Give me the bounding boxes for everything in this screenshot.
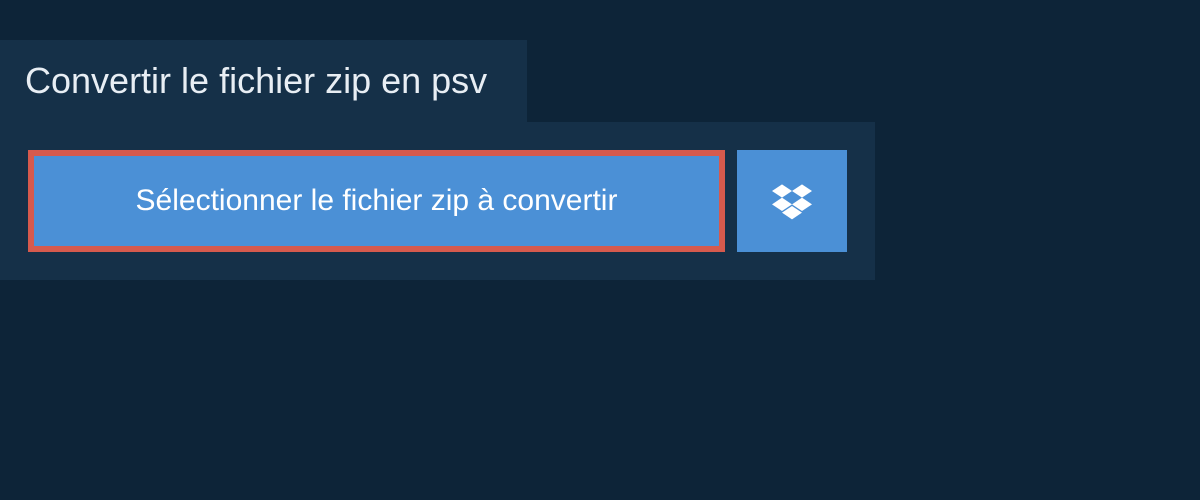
title-bar: Convertir le fichier zip en psv	[0, 40, 527, 122]
page-title: Convertir le fichier zip en psv	[25, 60, 487, 102]
dropbox-icon	[772, 181, 812, 221]
dropbox-button[interactable]	[737, 150, 847, 252]
select-file-button[interactable]: Sélectionner le fichier zip à convertir	[28, 150, 725, 252]
upload-panel: Sélectionner le fichier zip à convertir	[0, 122, 875, 280]
select-file-label: Sélectionner le fichier zip à convertir	[136, 184, 618, 218]
button-row: Sélectionner le fichier zip à convertir	[28, 150, 847, 252]
